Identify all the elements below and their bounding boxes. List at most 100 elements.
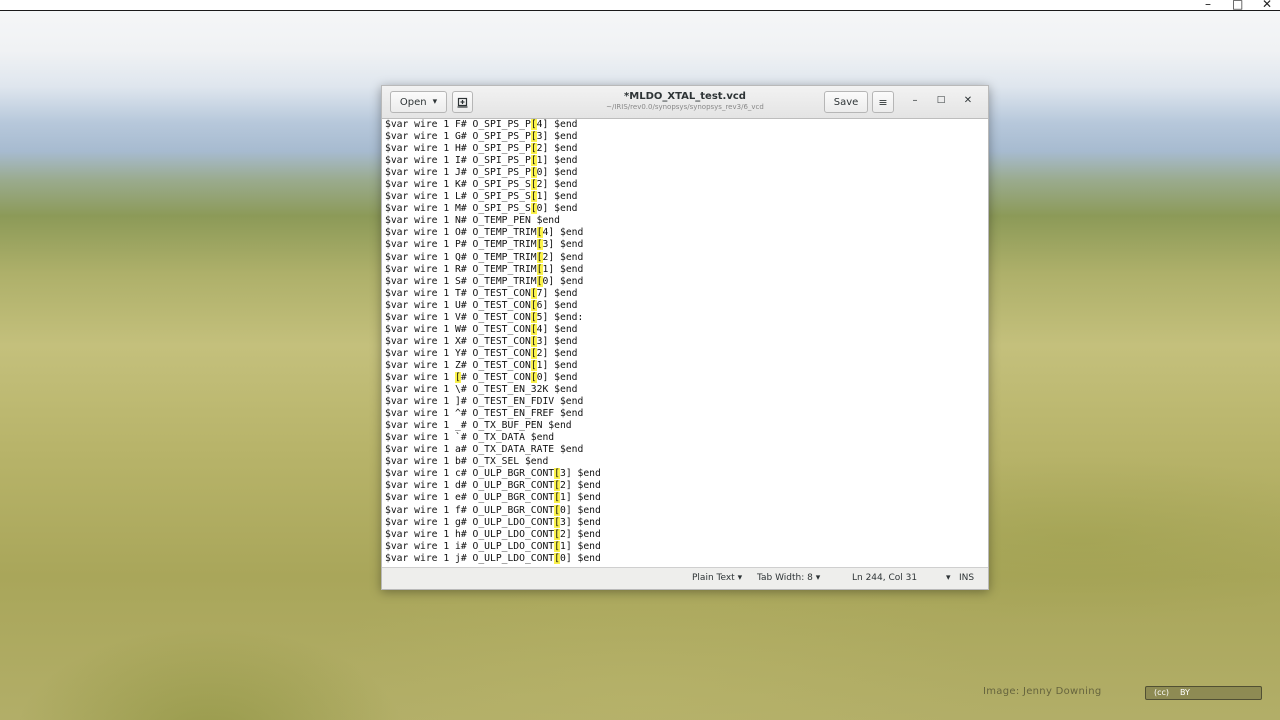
- line-text: 3] $end: [536, 131, 578, 143]
- line-text: $var wire 1 j# O_ULP_LDO_CONT: [385, 552, 555, 564]
- editor-line[interactable]: $var wire 1 ^# O_TEST_EN_FREF $end: [382, 408, 988, 420]
- save-label: Save: [833, 96, 859, 108]
- editor-line[interactable]: $var wire 1 Q# O_TEMP_TRIM[2] $end: [382, 251, 988, 264]
- line-text: $var wire 1 R# O_TEMP_TRIM: [385, 263, 537, 275]
- editor-line[interactable]: $var wire 1 \# O_TEST_EN_32K $end: [382, 384, 988, 396]
- line-text: $var wire 1 a# O_TX_DATA_RATE $end: [385, 444, 584, 456]
- line-text: $var wire 1 S# O_TEMP_TRIM: [385, 275, 537, 287]
- line-text: 0] $end: [542, 275, 584, 287]
- line-text: $var wire 1 M# O_SPI_PS_S: [385, 203, 531, 215]
- editor-line[interactable]: $var wire 1 U# O_TEST_CON[6] $end: [382, 299, 988, 312]
- outer-maximize-icon[interactable]: □: [1232, 0, 1243, 11]
- editor-line[interactable]: $var wire 1 _# O_TX_BUF_PEN $end: [382, 420, 988, 432]
- line-text: $var wire 1 e# O_ULP_BGR_CONT: [385, 492, 555, 504]
- editor-line[interactable]: $var wire 1 L# O_SPI_PS_S[1] $end: [382, 191, 988, 203]
- top-window-strip: – □ ✕: [0, 0, 1280, 11]
- new-document-button[interactable]: [452, 91, 473, 113]
- line-text: $var wire 1 K# O_SPI_PS_S: [385, 179, 531, 191]
- line-text: 1] $end: [536, 359, 578, 371]
- line-text: $var wire 1 F# O_SPI_PS_P: [385, 119, 531, 130]
- open-label: Open: [399, 96, 427, 108]
- line-text: 2] $end: [536, 347, 578, 359]
- editor-line[interactable]: $var wire 1 Y# O_TEST_CON[2] $end: [382, 347, 988, 360]
- editor-line[interactable]: $var wire 1 O# O_TEMP_TRIM[4] $end: [382, 227, 988, 239]
- editor-line[interactable]: $var wire 1 K# O_SPI_PS_S[2] $end: [382, 179, 988, 191]
- new-tab-icon: [457, 97, 468, 108]
- editor-line[interactable]: $var wire 1 g# O_ULP_LDO_CONT[3] $end: [382, 516, 988, 529]
- editor-line[interactable]: $var wire 1 G# O_SPI_PS_P[3] $end: [382, 131, 988, 143]
- line-text: 3] $end: [559, 516, 601, 528]
- editor-line[interactable]: $var wire 1 V# O_TEST_CON[5] $end:: [382, 311, 988, 324]
- editor-line[interactable]: $var wire 1 c# O_ULP_BGR_CONT[3] $end: [382, 468, 988, 480]
- line-text: $var wire 1 U# O_TEST_CON: [385, 299, 531, 311]
- editor-line[interactable]: $var wire 1 J# O_SPI_PS_P[0] $end: [382, 167, 988, 179]
- vertical-scrollbar[interactable]: [983, 120, 987, 568]
- line-text: $var wire 1 P# O_TEMP_TRIM: [385, 239, 537, 251]
- line-text: 1] $end: [536, 191, 578, 203]
- editor-line[interactable]: $var wire 1 a# O_TX_DATA_RATE $end: [382, 444, 988, 456]
- line-text: 3] $end: [542, 239, 584, 251]
- editor-line[interactable]: $var wire 1 d# O_ULP_BGR_CONT[2] $end: [382, 480, 988, 492]
- line-text: 4] $end: [536, 323, 578, 335]
- editor-line[interactable]: $var wire 1 b# O_TX_SEL $end: [382, 456, 988, 468]
- language-dropdown-icon: ▾: [737, 573, 743, 583]
- line-text: $var wire 1 V# O_TEST_CON: [385, 311, 531, 323]
- line-text: $var wire 1 J# O_SPI_PS_P: [385, 167, 531, 179]
- maximize-icon[interactable]: □: [934, 95, 948, 105]
- editor-line[interactable]: $var wire 1 F# O_SPI_PS_P[4] $end: [382, 119, 988, 131]
- status-bar: Plain Text ▾ Tab Width: 8 ▾ Ln 244, Col …: [382, 567, 988, 589]
- editor-line[interactable]: $var wire 1 T# O_TEST_CON[7] $end: [382, 287, 988, 300]
- line-text: $var wire 1 X# O_TEST_CON: [385, 335, 531, 347]
- line-text: 0] $end: [536, 167, 578, 179]
- editor-line[interactable]: $var wire 1 i# O_ULP_LDO_CONT[1] $end: [382, 540, 988, 553]
- editor-line[interactable]: $var wire 1 M# O_SPI_PS_S[0] $end: [382, 203, 988, 215]
- line-text: $var wire 1 _# O_TX_BUF_PEN $end: [385, 420, 572, 432]
- line-text: 3] $end: [536, 335, 578, 347]
- line-text: 2] $end: [559, 528, 601, 540]
- editor-line[interactable]: $var wire 1 h# O_ULP_LDO_CONT[2] $end: [382, 528, 988, 541]
- line-text: $var wire 1 \# O_TEST_EN_32K $end: [385, 384, 578, 396]
- hamburger-menu-button[interactable]: ≡: [872, 91, 894, 113]
- line-text: $var wire 1 N# O_TEMP_PEN $end: [385, 215, 560, 227]
- open-button[interactable]: Open ▾: [390, 91, 447, 113]
- editor-line[interactable]: $var wire 1 Z# O_TEST_CON[1] $end: [382, 359, 988, 372]
- line-text: $var wire 1 Y# O_TEST_CON: [385, 347, 531, 359]
- cursor-position-selector[interactable]: Ln 244, Col 31 ▾: [852, 573, 951, 583]
- editor-line[interactable]: $var wire 1 I# O_SPI_PS_P[1] $end: [382, 155, 988, 167]
- editor-line[interactable]: $var wire 1 [# O_TEST_CON[0] $end: [382, 371, 988, 384]
- save-button[interactable]: Save: [824, 91, 868, 113]
- editor-line[interactable]: $var wire 1 S# O_TEMP_TRIM[0] $end: [382, 275, 988, 288]
- editor-line[interactable]: $var wire 1 f# O_ULP_BGR_CONT[0] $end: [382, 504, 988, 517]
- editor-line[interactable]: $var wire 1 R# O_TEMP_TRIM[1] $end: [382, 263, 988, 276]
- line-text: 1] $end: [559, 492, 601, 504]
- close-icon[interactable]: ✕: [961, 95, 975, 106]
- language-selector[interactable]: Plain Text ▾: [692, 573, 742, 583]
- line-text: 6] $end: [536, 299, 578, 311]
- editor-line[interactable]: $var wire 1 `# O_TX_DATA $end: [382, 432, 988, 444]
- line-text: 4] $end: [542, 227, 584, 239]
- tab-width-selector[interactable]: Tab Width: 8 ▾: [757, 573, 820, 583]
- line-text: 0] $end: [536, 203, 578, 215]
- line-text: $var wire 1 H# O_SPI_PS_P: [385, 143, 531, 155]
- editor-line[interactable]: $var wire 1 H# O_SPI_PS_P[2] $end: [382, 143, 988, 155]
- line-text: 2] $end: [559, 480, 601, 492]
- editor-line[interactable]: $var wire 1 W# O_TEST_CON[4] $end: [382, 323, 988, 336]
- editor-line[interactable]: $var wire 1 X# O_TEST_CON[3] $end: [382, 335, 988, 348]
- insert-mode-indicator[interactable]: INS: [959, 573, 974, 583]
- editor-line[interactable]: $var wire 1 ]# O_TEST_EN_FDIV $end: [382, 396, 988, 408]
- minimize-icon[interactable]: –: [908, 95, 922, 106]
- editor-line[interactable]: $var wire 1 P# O_TEMP_TRIM[3] $end: [382, 239, 988, 251]
- chevron-down-icon: ▾: [432, 97, 438, 107]
- editor-line[interactable]: $var wire 1 e# O_ULP_BGR_CONT[1] $end: [382, 492, 988, 504]
- gedit-window: Open ▾ *MLDO_XTAL_test.vcd ~/IRIS/rev0.0…: [381, 85, 989, 590]
- cc-icon: (cc): [1154, 688, 1170, 697]
- cc-license-badge: (cc) BY: [1145, 686, 1262, 700]
- document-path: ~/IRIS/rev0.0/synopsys/synopsys_rev3/6_v…: [606, 103, 764, 111]
- header-bar: Open ▾ *MLDO_XTAL_test.vcd ~/IRIS/rev0.0…: [382, 86, 988, 119]
- outer-close-icon[interactable]: ✕: [1262, 0, 1272, 11]
- line-text: # O_TEST_CON: [460, 371, 531, 383]
- editor-line[interactable]: $var wire 1 N# O_TEMP_PEN $end: [382, 215, 988, 227]
- editor-line[interactable]: $var wire 1 j# O_ULP_LDO_CONT[0] $end: [382, 552, 988, 565]
- outer-minimize-icon[interactable]: –: [1205, 0, 1211, 11]
- text-editor-area[interactable]: $var wire 1 F# O_SPI_PS_P[4] $end $var wi…: [382, 119, 988, 569]
